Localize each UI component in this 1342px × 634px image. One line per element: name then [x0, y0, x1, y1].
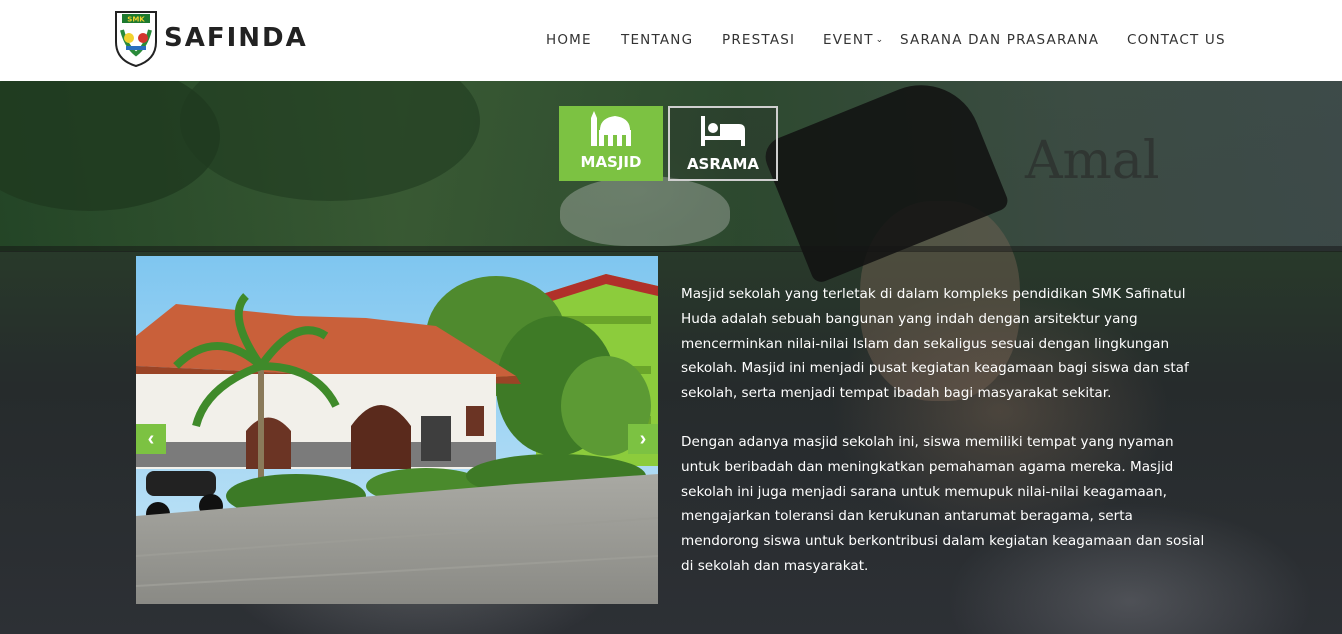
- background-wall-text: Amal: [1025, 131, 1160, 191]
- bed-icon: [701, 116, 745, 146]
- masjid-photo-slide: [136, 256, 658, 604]
- slider-next-button[interactable]: ›: [628, 424, 658, 454]
- chevron-right-icon: ›: [639, 427, 647, 450]
- mosque-icon: [591, 111, 631, 146]
- background-rail: [0, 246, 1342, 252]
- logo-link[interactable]: SMK SAFINDA: [112, 8, 308, 68]
- slider-prev-button[interactable]: ‹: [136, 424, 166, 454]
- school-crest-icon: SMK: [115, 11, 157, 68]
- nav-contact-us[interactable]: CONTACT US: [1127, 32, 1226, 48]
- chevron-down-icon: ⌄: [875, 35, 885, 45]
- masjid-description: Masjid sekolah yang terletak di dalam ko…: [681, 282, 1209, 579]
- nav-home[interactable]: HOME: [546, 32, 592, 48]
- chevron-left-icon: ‹: [147, 427, 155, 450]
- nav-prestasi[interactable]: PRESTASI: [722, 32, 795, 48]
- description-paragraph: Masjid sekolah yang terletak di dalam ko…: [681, 286, 1189, 402]
- nav-event-label: EVENT: [823, 32, 874, 48]
- nav-event[interactable]: EVENT ⌄: [823, 32, 884, 48]
- tab-masjid[interactable]: MASJID: [559, 106, 663, 181]
- tab-asrama[interactable]: ASRAMA: [668, 106, 778, 181]
- nav-sarana-prasarana[interactable]: SARANA DAN PRASARANA: [900, 32, 1099, 48]
- svg-text:SMK: SMK: [127, 16, 145, 24]
- tab-masjid-label: MASJID: [580, 153, 642, 171]
- brand-name: SAFINDA: [164, 23, 308, 53]
- mosque-photo: [136, 256, 658, 604]
- site-header: SMK SAFINDA HOME TENTANG PRESTASI EVENT ⌄…: [0, 0, 1342, 81]
- tab-asrama-label: ASRAMA: [686, 155, 760, 173]
- background-cap: [560, 176, 730, 246]
- description-paragraph: Dengan adanya masjid sekolah ini, siswa …: [681, 433, 1205, 574]
- nav-tentang[interactable]: TENTANG: [621, 32, 693, 48]
